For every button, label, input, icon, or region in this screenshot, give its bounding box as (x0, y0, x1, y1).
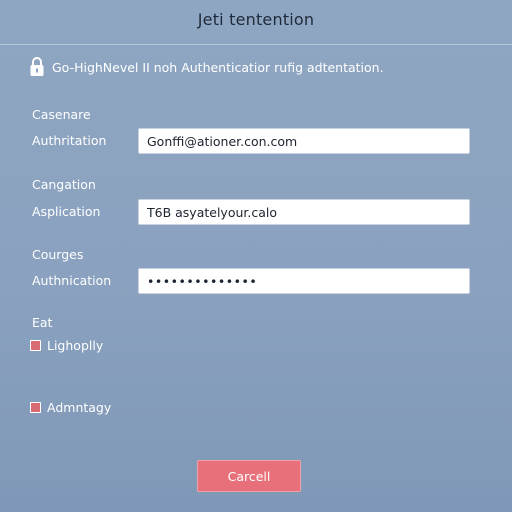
cancel-button[interactable]: Carcell (197, 460, 301, 492)
section-label-eat: Eat (32, 315, 53, 330)
section-label-cangation: Cangation (32, 177, 96, 192)
checkbox-admntagy[interactable] (30, 401, 41, 413)
password-input[interactable]: •••••••••••••• (138, 268, 470, 294)
checkbox-lighoplly[interactable] (30, 339, 41, 351)
checkbox-label-admntagy: Admntagy (47, 399, 112, 415)
page-title: Jeti tentention (197, 10, 315, 29)
authentication-label: Authnication (32, 273, 112, 288)
auth-notice: Go-HighNevel II noh Authenticatior rufig… (28, 56, 384, 78)
application-label: Asplication (32, 204, 101, 219)
section-label-courges: Courges (32, 247, 84, 262)
notice-text: Go-HighNevel II noh Authenticatior rufig… (52, 59, 384, 75)
title-divider (0, 44, 512, 45)
application-input-value: T6B asyatelyour.calo (147, 204, 278, 220)
authorization-input-value: Gonffi@ationer.con.com (147, 133, 298, 149)
password-input-value: •••••••••••••• (147, 273, 258, 289)
section-label-casenare: Casenare (32, 107, 91, 122)
checkbox-label-lighoplly: Lighoplly (47, 337, 104, 353)
checkbox-row-lighoplly[interactable]: Lighoplly (30, 337, 103, 353)
lock-icon (28, 56, 46, 78)
authorization-input[interactable]: Gonffi@ationer.con.com (138, 128, 470, 154)
authorization-label: Authritation (32, 133, 107, 148)
checkbox-row-admntagy[interactable]: Admntagy (30, 399, 111, 415)
page-root: { "header": { "title": "Jeti tentention"… (0, 0, 512, 512)
application-input[interactable]: T6B asyatelyour.calo (138, 199, 470, 225)
